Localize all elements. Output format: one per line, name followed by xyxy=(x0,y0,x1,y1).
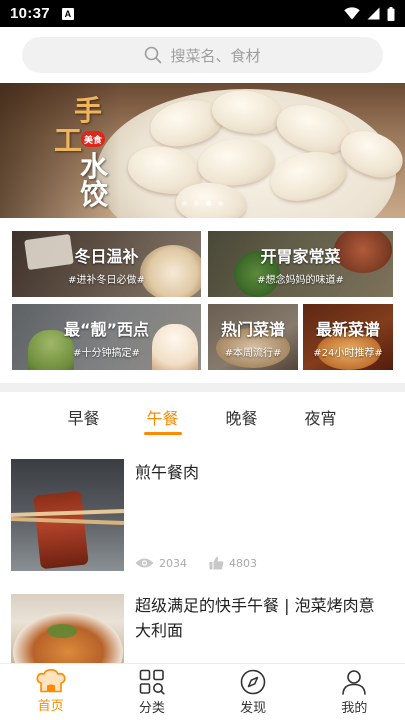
banner-title-char: 手 xyxy=(74,94,103,127)
recipe-thumbnail xyxy=(11,594,124,663)
status-icons xyxy=(344,6,395,21)
banner-food-tag: 美食 xyxy=(81,131,105,147)
nav-label: 发现 xyxy=(240,701,267,716)
carousel-dot-active[interactable] xyxy=(206,201,211,206)
banner-carousel[interactable]: 手 工 水 饺 美食 xyxy=(0,83,405,218)
signal-icon xyxy=(367,7,380,20)
wifi-icon xyxy=(344,7,360,20)
tab-late-night[interactable]: 夜宵 xyxy=(281,392,360,442)
eye-icon xyxy=(135,558,154,568)
banner-title-char: 工 xyxy=(54,124,83,157)
tab-breakfast[interactable]: 早餐 xyxy=(44,392,123,442)
category-title: 最“靓”西点 xyxy=(63,319,150,339)
recipe-stats: 2034 4803 xyxy=(135,556,257,570)
category-card-winter[interactable]: 冬日温补 #进补冬日必做# xyxy=(12,231,201,297)
tab-lunch[interactable]: 午餐 xyxy=(123,392,202,442)
tab-dinner[interactable]: 晚餐 xyxy=(202,392,281,442)
recipe-title: 煎午餐肉 xyxy=(135,463,200,482)
tab-label: 夜宵 xyxy=(304,409,337,428)
bottom-navigation: 首页 分类 发现 我的 xyxy=(0,663,405,720)
tab-label: 早餐 xyxy=(67,409,100,428)
category-card-hot-recipes[interactable]: 热门菜谱 #本周流行# xyxy=(208,304,298,370)
category-title: 冬日温补 xyxy=(74,246,139,266)
search-icon xyxy=(145,46,162,64)
nav-profile[interactable]: 我的 xyxy=(304,664,405,720)
compass-icon xyxy=(240,669,266,695)
like-count: 4803 xyxy=(229,556,257,570)
recipe-item[interactable]: 煎午餐肉 2034 4803 xyxy=(0,458,405,572)
home-chef-hat-icon xyxy=(36,669,66,693)
recipe-item[interactable]: 超级满足的快手午餐 | 泡菜烤肉意大利面 xyxy=(0,593,405,663)
herb-garnish-image xyxy=(47,624,77,638)
category-title: 热门菜谱 xyxy=(220,319,285,339)
nav-label: 首页 xyxy=(37,699,64,714)
tab-label: 午餐 xyxy=(146,409,179,428)
category-card-desserts[interactable]: 最“靓”西点 #十分钟搞定# xyxy=(12,304,201,370)
tab-label: 晚餐 xyxy=(225,409,258,428)
soup-bowl-image xyxy=(140,245,201,297)
category-subtitle: #进补冬日必做# xyxy=(68,274,145,286)
nav-discover[interactable]: 发现 xyxy=(203,664,304,720)
nav-home[interactable]: 首页 xyxy=(0,664,101,720)
category-grid-icon xyxy=(139,669,165,695)
search-placeholder: 搜菜名、食材 xyxy=(170,46,261,65)
like-thumb-icon xyxy=(209,556,224,570)
nav-category[interactable]: 分类 xyxy=(101,664,202,720)
active-tab-indicator xyxy=(144,432,182,435)
recipe-title: 超级满足的快手午餐 | 泡菜烤肉意大利面 xyxy=(135,596,375,640)
app-screen: 10:37 A 搜菜名、食材 手 工 水 饺 美食 冬日温补 #进补冬日必做# … xyxy=(0,0,405,720)
carousel-dot[interactable] xyxy=(218,201,223,206)
status-bar: 10:37 A xyxy=(0,0,405,27)
carousel-dot[interactable] xyxy=(194,201,199,206)
category-title: 开胃家常菜 xyxy=(260,246,341,266)
category-subtitle: #24小时推荐# xyxy=(313,347,383,359)
search-input[interactable]: 搜菜名、食材 xyxy=(22,37,383,73)
carousel-dot[interactable] xyxy=(182,201,187,206)
spam-slice-image xyxy=(33,490,89,570)
category-subtitle: #本周流行# xyxy=(224,347,282,359)
recipe-thumbnail xyxy=(11,459,124,571)
carousel-indicator xyxy=(0,201,405,206)
calendar-image xyxy=(24,233,74,271)
section-divider xyxy=(0,383,405,392)
category-card-new-recipes[interactable]: 最新菜谱 #24小时推荐# xyxy=(303,304,393,370)
notification-badge: A xyxy=(61,7,74,20)
search-bar-container: 搜菜名、食材 xyxy=(0,27,405,83)
meal-tabs: 早餐 午餐 晚餐 夜宵 xyxy=(0,392,405,442)
category-title: 最新菜谱 xyxy=(315,319,380,339)
cream-cupcake-image xyxy=(152,324,198,370)
battery-icon xyxy=(387,6,395,21)
status-time: 10:37 xyxy=(10,5,50,22)
pasta-plate-image xyxy=(13,612,123,663)
banner-title-char: 水 xyxy=(80,150,109,183)
category-subtitle: #想念妈妈的味道# xyxy=(257,274,344,286)
view-count: 2034 xyxy=(159,556,187,570)
category-subtitle: #十分钟搞定# xyxy=(73,347,140,359)
meat-dish-image xyxy=(334,231,392,273)
nav-label: 我的 xyxy=(341,701,368,716)
category-card-home-cooking[interactable]: 开胃家常菜 #想念妈妈的味道# xyxy=(208,231,393,297)
profile-icon xyxy=(342,670,367,695)
nav-label: 分类 xyxy=(138,701,165,716)
